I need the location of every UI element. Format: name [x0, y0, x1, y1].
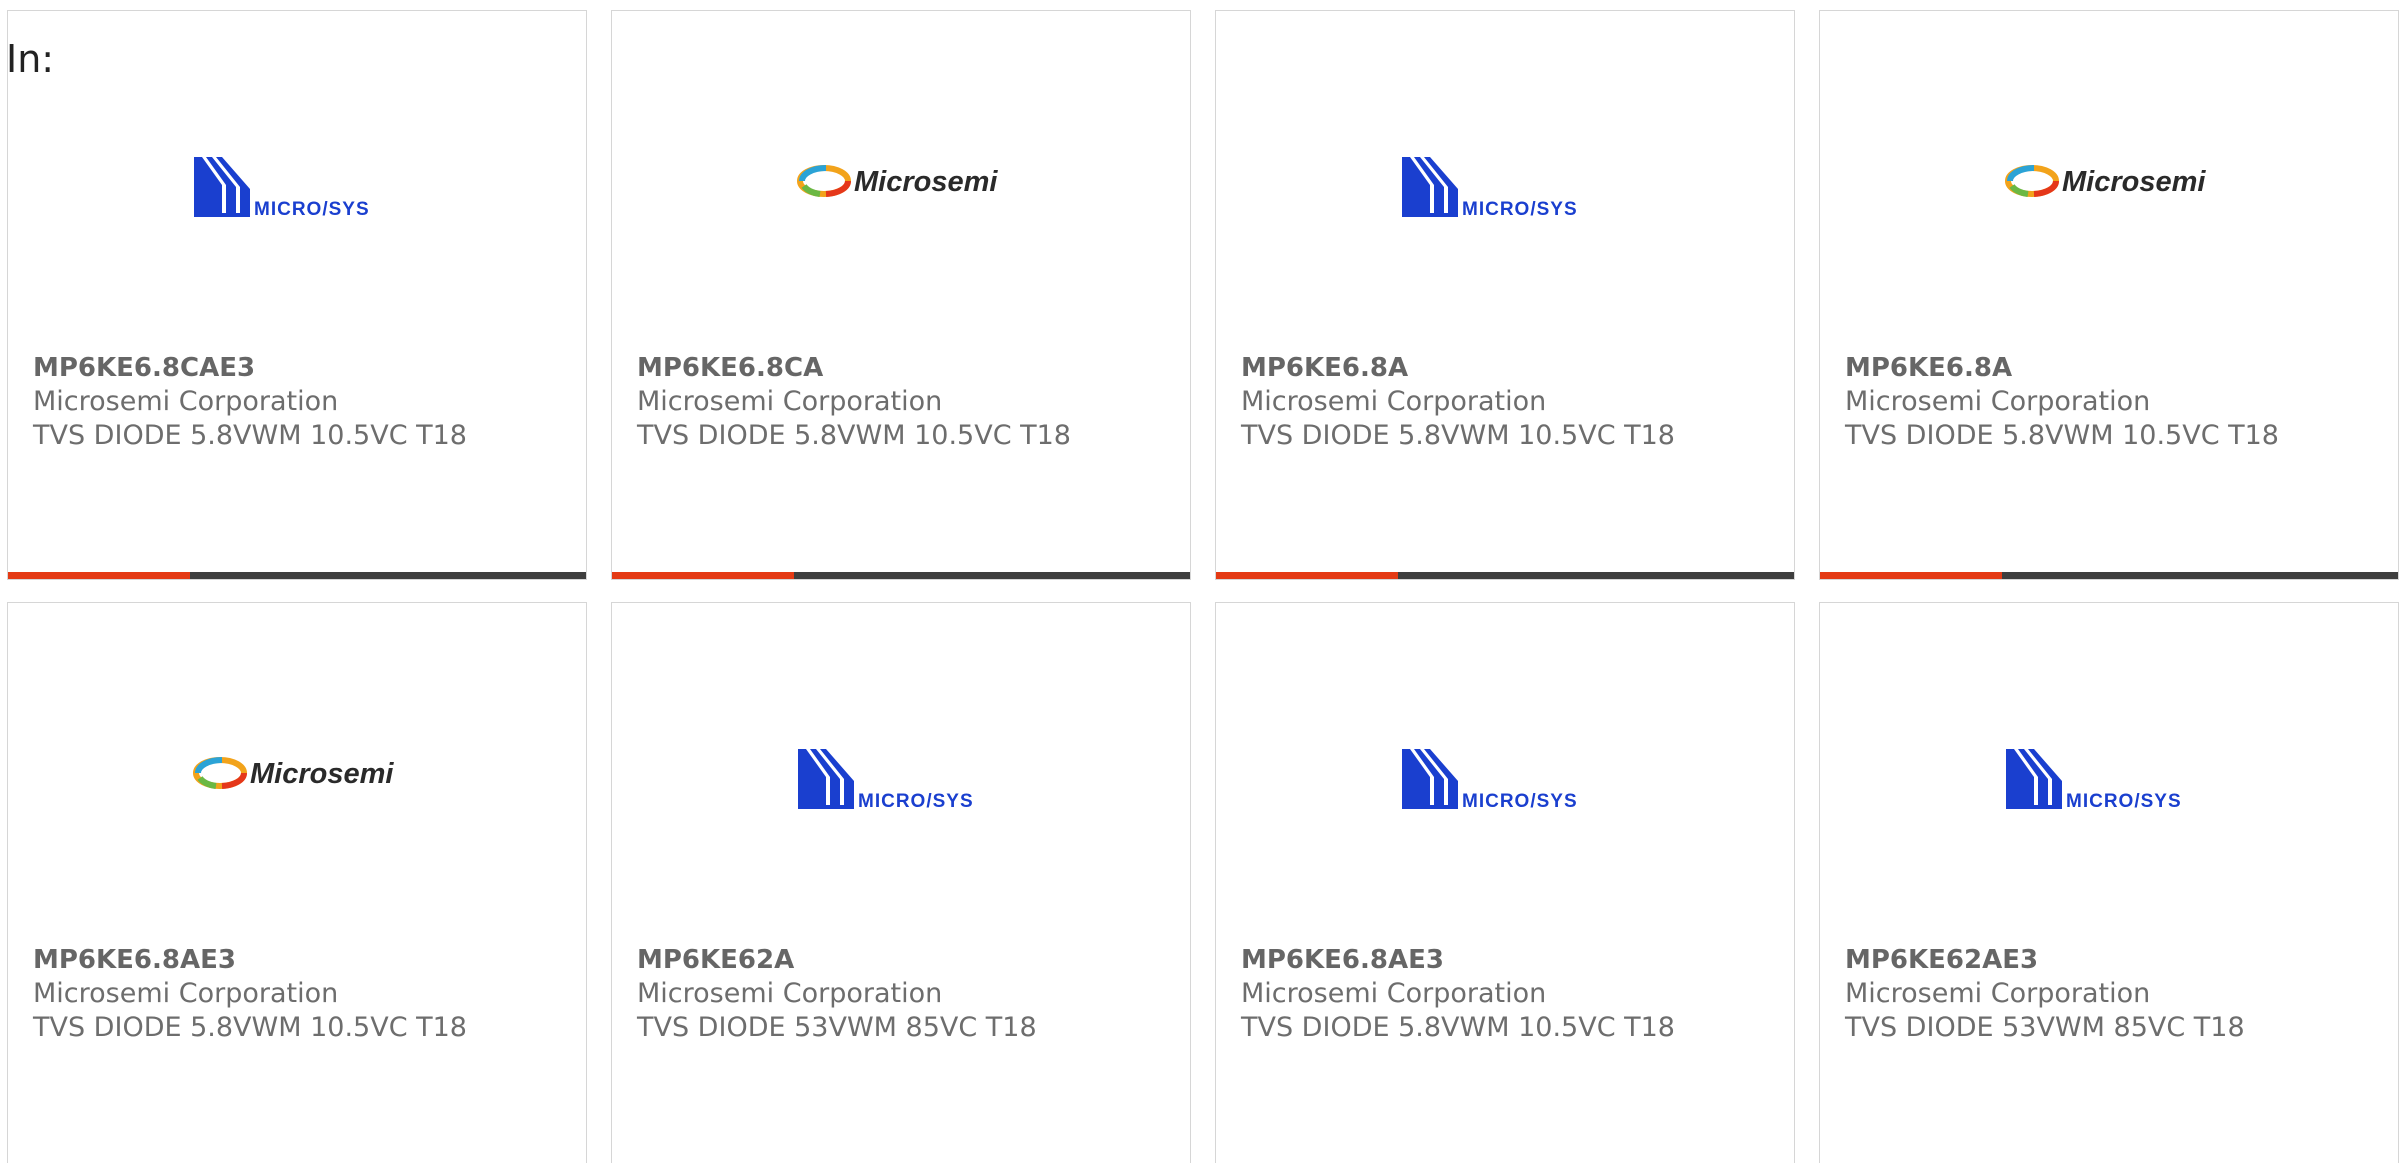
manufacturer-name: Microsemi Corporation [637, 978, 943, 1009]
manufacturer-name: Microsemi Corporation [1241, 978, 1547, 1009]
product-grid: MICRO/SYS MP6KE6.8CAE3 Microsemi Corpora… [7, 10, 2399, 1163]
card-bottom-bar [612, 572, 1190, 579]
product-card[interactable]: MICRO/SYS MP6KE62A Microsemi Corporation… [611, 602, 1191, 1163]
card-info: MP6KE62A Microsemi Corporation TVS DIODE… [637, 943, 1037, 1045]
manufacturer-name: Microsemi Corporation [1241, 386, 1547, 417]
card-info: MP6KE6.8CAE3 Microsemi Corporation TVS D… [33, 351, 467, 453]
card-bar-accent [1216, 572, 1398, 579]
svg-text:Microsemi: Microsemi [250, 758, 394, 790]
card-logo: MICRO/SYS [1216, 733, 1794, 819]
product-card[interactable]: Microsemi MP6KE6.8AE3 Microsemi Corporat… [7, 602, 587, 1163]
manufacturer-name: Microsemi Corporation [33, 386, 339, 417]
part-number[interactable]: MP6KE62A [637, 943, 1037, 977]
product-description: TVS DIODE 5.8VWM 10.5VC T18 [637, 420, 1071, 451]
card-logo: Microsemi [8, 733, 586, 813]
svg-text:MICRO/SYS: MICRO/SYS [2066, 791, 2182, 811]
product-card[interactable]: MICRO/SYS MP6KE6.8CAE3 Microsemi Corpora… [7, 10, 587, 580]
part-number[interactable]: MP6KE6.8CA [637, 351, 1071, 385]
svg-text:Microsemi: Microsemi [2062, 166, 2206, 198]
product-card[interactable]: MICRO/SYS MP6KE6.8AE3 Microsemi Corporat… [1215, 602, 1795, 1163]
card-info: MP6KE6.8AE3 Microsemi Corporation TVS DI… [33, 943, 467, 1045]
product-description: TVS DIODE 5.8VWM 10.5VC T18 [1845, 420, 2279, 451]
part-number[interactable]: MP6KE6.8AE3 [33, 943, 467, 977]
product-results-page: In: MICRO/SYS MP6KE6.8CAE3 Microsemi Cor… [0, 0, 2400, 1163]
product-description: TVS DIODE 5.8VWM 10.5VC T18 [1241, 1012, 1675, 1043]
manufacturer-name: Microsemi Corporation [637, 386, 943, 417]
card-logo: MICRO/SYS [1216, 141, 1794, 227]
part-number[interactable]: MP6KE6.8AE3 [1241, 943, 1675, 977]
microsemi-logo-icon: Microsemi [192, 751, 402, 795]
card-info: MP6KE62AE3 Microsemi Corporation TVS DIO… [1845, 943, 2245, 1045]
product-description: TVS DIODE 53VWM 85VC T18 [637, 1012, 1037, 1043]
product-card[interactable]: Microsemi MP6KE6.8A Microsemi Corporatio… [1819, 10, 2399, 580]
microsys-logo-icon: MICRO/SYS [796, 747, 1006, 811]
card-logo: MICRO/SYS [1820, 733, 2398, 819]
card-bottom-bar [1820, 572, 2398, 579]
product-description: TVS DIODE 53VWM 85VC T18 [1845, 1012, 2245, 1043]
microsys-logo-icon: MICRO/SYS [1400, 155, 1610, 219]
svg-text:MICRO/SYS: MICRO/SYS [1462, 791, 1578, 811]
product-card[interactable]: Microsemi MP6KE6.8CA Microsemi Corporati… [611, 10, 1191, 580]
svg-text:Microsemi: Microsemi [854, 166, 998, 198]
svg-text:MICRO/SYS: MICRO/SYS [254, 199, 370, 219]
product-description: TVS DIODE 5.8VWM 10.5VC T18 [33, 420, 467, 451]
card-bottom-bar [1216, 572, 1794, 579]
card-info: MP6KE6.8AE3 Microsemi Corporation TVS DI… [1241, 943, 1675, 1045]
manufacturer-name: Microsemi Corporation [1845, 386, 2151, 417]
microsemi-logo-icon: Microsemi [796, 159, 1006, 203]
card-info: MP6KE6.8CA Microsemi Corporation TVS DIO… [637, 351, 1071, 453]
microsys-logo-icon: MICRO/SYS [192, 155, 402, 219]
part-number[interactable]: MP6KE6.8A [1241, 351, 1675, 385]
in-label: In: [6, 37, 55, 81]
microsemi-logo-icon: Microsemi [2004, 159, 2214, 203]
card-info: MP6KE6.8A Microsemi Corporation TVS DIOD… [1241, 351, 1675, 453]
microsys-logo-icon: MICRO/SYS [2004, 747, 2214, 811]
product-card[interactable]: MICRO/SYS MP6KE62AE3 Microsemi Corporati… [1819, 602, 2399, 1163]
card-bottom-bar [8, 572, 586, 579]
manufacturer-name: Microsemi Corporation [1845, 978, 2151, 1009]
part-number[interactable]: MP6KE62AE3 [1845, 943, 2245, 977]
product-description: TVS DIODE 5.8VWM 10.5VC T18 [33, 1012, 467, 1043]
svg-text:MICRO/SYS: MICRO/SYS [1462, 199, 1578, 219]
manufacturer-name: Microsemi Corporation [33, 978, 339, 1009]
card-logo: MICRO/SYS [612, 733, 1190, 819]
part-number[interactable]: MP6KE6.8A [1845, 351, 2279, 385]
card-logo: Microsemi [612, 141, 1190, 221]
card-bar-accent [1820, 572, 2002, 579]
card-logo: MICRO/SYS [8, 141, 586, 227]
card-bar-accent [8, 572, 190, 579]
product-description: TVS DIODE 5.8VWM 10.5VC T18 [1241, 420, 1675, 451]
card-logo: Microsemi [1820, 141, 2398, 221]
card-info: MP6KE6.8A Microsemi Corporation TVS DIOD… [1845, 351, 2279, 453]
svg-text:MICRO/SYS: MICRO/SYS [858, 791, 974, 811]
product-card[interactable]: MICRO/SYS MP6KE6.8A Microsemi Corporatio… [1215, 10, 1795, 580]
card-bar-accent [612, 572, 794, 579]
part-number[interactable]: MP6KE6.8CAE3 [33, 351, 467, 385]
microsys-logo-icon: MICRO/SYS [1400, 747, 1610, 811]
